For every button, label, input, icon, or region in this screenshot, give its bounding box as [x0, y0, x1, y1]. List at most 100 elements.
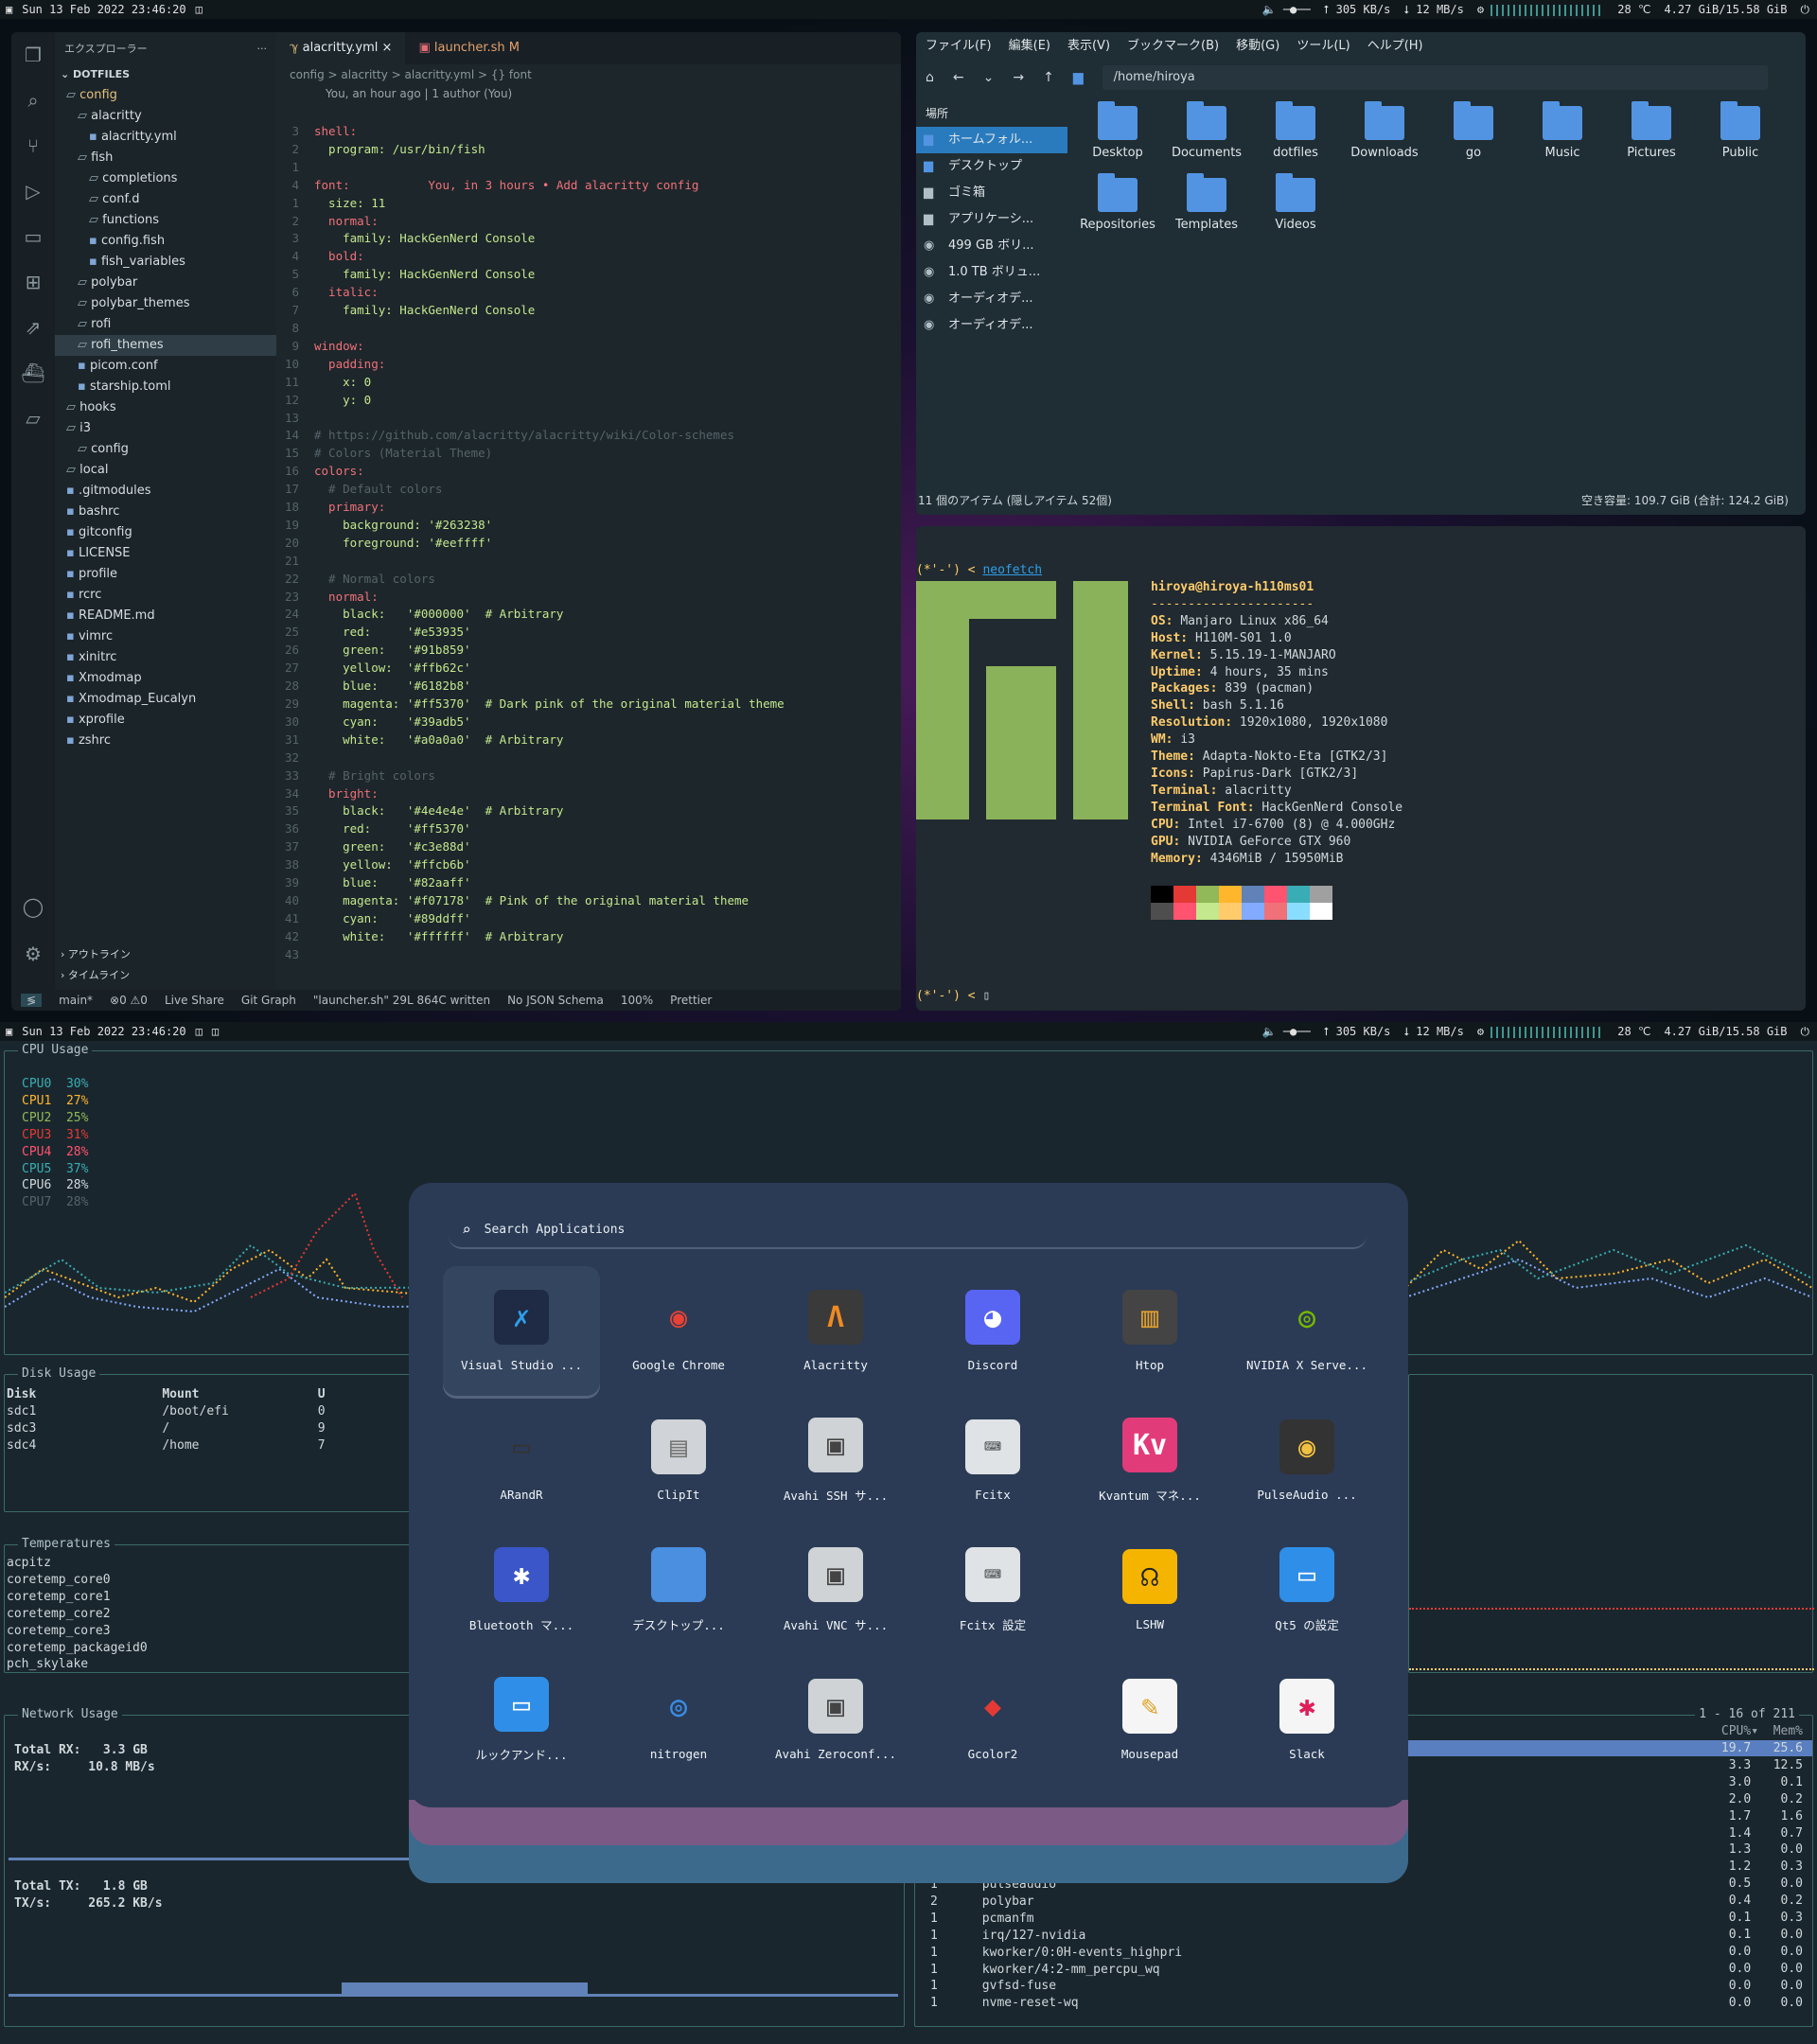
- code-area[interactable]: 3 shell: 2 program: /usr/bin/fish 1 4 font: Y…: [276, 123, 901, 964]
- app-slack[interactable]: ✱ Slack: [1228, 1655, 1385, 1785]
- app-chrome[interactable]: ◉ Google Chrome: [600, 1266, 757, 1396]
- tree-item[interactable]: ▱ local: [55, 460, 276, 481]
- tree-item[interactable]: ▪ README.md: [55, 606, 276, 626]
- gear-icon[interactable]: ⚙: [11, 931, 55, 977]
- root-folder[interactable]: ⌄ DOTFILES: [55, 64, 276, 85]
- tree-item[interactable]: ▪ xinitrc: [55, 647, 276, 668]
- place-item[interactable]: ▆ ホームフォル...: [916, 127, 1067, 153]
- extensions-icon[interactable]: ⊞: [11, 259, 55, 305]
- tree-item[interactable]: ▪ picom.conf: [55, 356, 276, 377]
- terminal-window[interactable]: (*'-') < neofetch hiroya@hiroya-h110ms01…: [916, 526, 1806, 1011]
- place-item[interactable]: ◉ オーディオデ...: [916, 286, 1067, 312]
- tree-item[interactable]: ▱ polybar_themes: [55, 293, 276, 314]
- status-item[interactable]: ⊗0 ⚠0: [110, 994, 148, 1007]
- app-speaker[interactable]: ◉ PulseAudio ...: [1228, 1396, 1385, 1525]
- process-list[interactable]: 1 pulseaudio 2 polybar 1 pcmanfm 1 irq/127-…: [930, 1877, 1182, 2012]
- process-row[interactable]: 1 gvfsd-fuse: [930, 1978, 1182, 1995]
- tree-item[interactable]: ▪ fish_variables: [55, 252, 276, 273]
- app-alacritty[interactable]: Λ Alacritty: [757, 1266, 914, 1396]
- tree-item[interactable]: ▪ Xmodmap: [55, 668, 276, 689]
- search-icon[interactable]: ⌕: [11, 78, 55, 123]
- fm-menu-item[interactable]: 表示(V): [1067, 32, 1110, 61]
- tree-item[interactable]: ▱ config: [55, 439, 276, 460]
- folder-item[interactable]: Public: [1696, 101, 1785, 178]
- tree-item[interactable]: ▱ rofi: [55, 314, 276, 335]
- place-item[interactable]: ▆ デスクトップ: [916, 153, 1067, 180]
- app-mousepad[interactable]: ✎ Mousepad: [1071, 1655, 1228, 1785]
- process-row[interactable]: 1 kworker/0:0H-events_highpri: [930, 1945, 1182, 1962]
- forward-icon[interactable]: →: [1013, 70, 1024, 85]
- timeline-section[interactable]: › タイムライン: [61, 967, 130, 982]
- place-item[interactable]: ▆ アプリケーシ...: [916, 206, 1067, 233]
- fm-menu-item[interactable]: ブックマーク(B): [1127, 32, 1219, 61]
- tree-item[interactable]: ▪ starship.toml: [55, 377, 276, 397]
- tree-item[interactable]: ▪ xprofile: [55, 710, 276, 731]
- breadcrumb[interactable]: config > alacritty > alacritty.yml > {} …: [276, 64, 901, 85]
- tree-item[interactable]: ▱ conf.d: [55, 189, 276, 210]
- process-row[interactable]: 1 pcmanfm: [930, 1911, 1182, 1928]
- remote-indicator[interactable]: ≶: [21, 994, 43, 1007]
- volume-icon[interactable]: 🔈 ─●──: [1262, 1025, 1311, 1038]
- live-share-icon[interactable]: ⇗: [11, 305, 55, 350]
- account-icon[interactable]: ◯: [11, 884, 55, 929]
- app-kvantum[interactable]: Kv Kvantum マネ...: [1071, 1396, 1228, 1525]
- folder-item[interactable]: Downloads: [1340, 101, 1429, 178]
- power-icon[interactable]: ⏻: [1801, 1025, 1810, 1039]
- app-appearance[interactable]: ▭ ルックアンド...: [443, 1655, 600, 1785]
- power-icon[interactable]: ⏻: [1801, 3, 1810, 17]
- tree-item[interactable]: ▪ config.fish: [55, 231, 276, 252]
- window-icon[interactable]: ◫: [196, 1025, 203, 1038]
- folder-item[interactable]: Music: [1518, 101, 1607, 178]
- tree-item[interactable]: ▪ LICENSE: [55, 543, 276, 564]
- app-htop[interactable]: ▥ Htop: [1071, 1266, 1228, 1396]
- app-discord[interactable]: ◕ Discord: [914, 1266, 1071, 1396]
- app-keyboard[interactable]: ⌨ Fcitx: [914, 1396, 1071, 1525]
- fm-menu-item[interactable]: 移動(G): [1236, 32, 1279, 61]
- process-row[interactable]: 1 irq/127-nvidia: [930, 1928, 1182, 1945]
- tree-item[interactable]: ▪ gitconfig: [55, 522, 276, 543]
- tree-item[interactable]: ▪ zshrc: [55, 731, 276, 751]
- window-icon[interactable]: ◫: [212, 1025, 219, 1038]
- tree-item[interactable]: ▱ alacritty: [55, 106, 276, 127]
- folder-item[interactable]: dotfiles: [1251, 101, 1340, 178]
- folder-item[interactable]: Videos: [1251, 173, 1340, 250]
- place-item[interactable]: ◉ 499 GB ボリ...: [916, 233, 1067, 259]
- tree-item[interactable]: ▱ polybar: [55, 273, 276, 293]
- tree-item[interactable]: ▱ config: [55, 85, 276, 106]
- app-network[interactable]: ▣ Avahi VNC サ...: [757, 1525, 914, 1655]
- app-network[interactable]: ▣ Avahi SSH サ...: [757, 1396, 914, 1525]
- fm-menu-item[interactable]: ツール(L): [1297, 32, 1350, 61]
- debug-icon[interactable]: ▷: [11, 168, 55, 214]
- fm-menu-item[interactable]: ファイル(F): [926, 32, 992, 61]
- app-vscode[interactable]: ✗ Visual Studio ...: [443, 1266, 600, 1396]
- tree-item[interactable]: ▱ functions: [55, 210, 276, 231]
- tree-item[interactable]: ▱ completions: [55, 168, 276, 189]
- tree-item[interactable]: ▪ rcrc: [55, 585, 276, 606]
- app-desktop[interactable]: ▬ デスクトップ...: [600, 1525, 757, 1655]
- app-nvidia[interactable]: ◎ NVIDIA X Serve...: [1228, 1266, 1385, 1396]
- fm-menu-item[interactable]: ヘルプ(H): [1367, 32, 1423, 61]
- tree-item[interactable]: ▱ fish: [55, 148, 276, 168]
- folder-icon[interactable]: ▱: [11, 396, 55, 441]
- process-row[interactable]: 1 kworker/4:2-mm_percpu_wq: [930, 1962, 1182, 1979]
- folder-item[interactable]: go: [1429, 101, 1518, 178]
- app-lshw[interactable]: ☊ LSHW: [1071, 1525, 1228, 1655]
- status-item[interactable]: Prettier: [670, 994, 712, 1007]
- tree-item[interactable]: ▪ profile: [55, 564, 276, 585]
- tab-launcher-sh[interactable]: ▣ launcher.sh M: [405, 32, 533, 64]
- window-icon[interactable]: ◫: [196, 3, 203, 16]
- docker-icon[interactable]: ⛴: [11, 350, 55, 396]
- more-icon[interactable]: ···: [257, 43, 268, 55]
- back-icon[interactable]: ←: [953, 70, 964, 85]
- status-item[interactable]: 100%: [621, 994, 653, 1007]
- status-item[interactable]: "launcher.sh" 29L 864C written: [313, 994, 490, 1007]
- status-item[interactable]: Git Graph: [241, 994, 296, 1007]
- place-item[interactable]: ◉ オーディオデ...: [916, 312, 1067, 339]
- history-icon[interactable]: ⌄: [983, 70, 995, 85]
- tree-item[interactable]: ▪ Xmodmap_Eucalyn: [55, 689, 276, 710]
- process-row[interactable]: 1 nvme-reset-wq: [930, 1995, 1182, 2012]
- app-gcolor[interactable]: ◆ Gcolor2: [914, 1655, 1071, 1785]
- folder-item[interactable]: Pictures: [1607, 101, 1696, 178]
- app-settings[interactable]: ▭ Qt5 の設定: [1228, 1525, 1385, 1655]
- tree-item[interactable]: ▪ vimrc: [55, 626, 276, 647]
